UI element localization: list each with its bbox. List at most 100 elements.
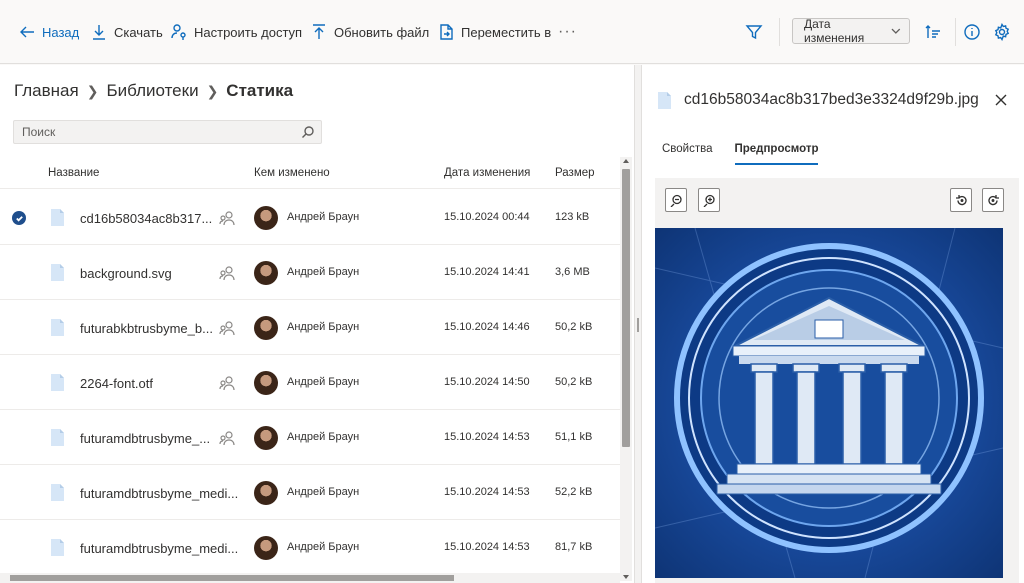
column-header-modified-by[interactable]: Кем изменено	[254, 167, 330, 179]
modified-date: 15.10.2024 14:46	[444, 321, 530, 333]
table-row[interactable]: futuramdbtrusbyme_... Андрей Браун 15.10…	[0, 410, 620, 465]
search-placeholder: Поиск	[22, 125, 56, 139]
file-size: 52,2 kB	[555, 486, 593, 498]
download-label: Скачать	[114, 24, 163, 40]
column-header-size[interactable]: Размер	[555, 167, 595, 179]
file-size: 50,2 kB	[555, 376, 593, 388]
avatar	[254, 481, 278, 505]
modified-date: 15.10.2024 14:53	[444, 431, 530, 443]
share-access-label: Настроить доступ	[194, 24, 303, 40]
column-header-modified[interactable]: Дата изменения	[444, 167, 530, 179]
zoom-out-icon	[670, 194, 682, 207]
modified-by: Андрей Браун	[287, 431, 360, 443]
vertical-scrollbar[interactable]	[620, 157, 632, 581]
arrow-left-icon	[20, 26, 34, 38]
modified-by: Андрей Браун	[287, 486, 360, 498]
download-button[interactable]: Скачать	[90, 18, 163, 46]
table-row[interactable]: background.svg Андрей Браун 15.10.2024 1…	[0, 245, 620, 300]
table-row[interactable]: futuramdbtrusbyme_medi... Андрей Браун 1…	[0, 465, 620, 520]
modified-by: Андрей Браун	[287, 376, 360, 388]
scrollbar-thumb[interactable]	[10, 575, 454, 581]
table-row[interactable]: futuramdbtrusbyme_medi... Андрей Браун 1…	[0, 520, 620, 575]
details-header: cd16b58034ac8b317bed3e3324d9f29b.jpg	[658, 91, 979, 109]
selected-check-icon[interactable]	[12, 211, 26, 225]
file-icon	[51, 209, 64, 226]
zoom-in-button[interactable]	[698, 188, 720, 212]
scrollbar-thumb[interactable]	[622, 169, 630, 447]
more-actions-button[interactable]: ···	[558, 18, 577, 46]
scroll-down-icon[interactable]	[623, 575, 629, 579]
table-row[interactable]: futurabkbtrusbyme_b... Андрей Браун 15.1…	[0, 300, 620, 355]
breadcrumb-home[interactable]: Главная	[14, 81, 79, 101]
file-icon	[51, 429, 64, 446]
scroll-up-icon[interactable]	[623, 159, 629, 163]
close-icon	[995, 94, 1007, 106]
preview-area	[655, 178, 1019, 583]
download-icon	[93, 25, 105, 40]
search-input[interactable]: Поиск	[13, 120, 322, 144]
update-file-button[interactable]: Обновить файл	[310, 18, 429, 46]
horizontal-scrollbar[interactable]	[0, 573, 620, 583]
file-table-body: cd16b58034ac8b317... Андрей Браун 15.10.…	[0, 190, 620, 575]
back-label: Назад	[42, 24, 80, 40]
command-bar: Назад Скачать Настроить доступ Обновить …	[0, 0, 1024, 64]
chevron-down-icon	[891, 28, 901, 34]
file-icon	[658, 91, 671, 109]
sort-order-button[interactable]	[921, 20, 945, 44]
shared-icon[interactable]	[219, 375, 235, 391]
rotate-right-button[interactable]	[982, 188, 1004, 212]
modified-by: Андрей Браун	[287, 211, 360, 223]
column-header-name[interactable]: Название	[48, 167, 99, 179]
shared-icon[interactable]	[219, 430, 235, 446]
info-icon	[964, 24, 980, 40]
close-details-button[interactable]	[994, 93, 1008, 107]
rotate-left-button[interactable]	[950, 188, 972, 212]
modified-by: Андрей Браун	[287, 321, 360, 333]
tab-preview[interactable]: Предпросмотр	[734, 143, 819, 165]
table-header: Название Кем изменено Дата изменения Раз…	[0, 157, 620, 189]
shared-icon[interactable]	[219, 210, 235, 226]
modified-date: 15.10.2024 00:44	[444, 211, 530, 223]
shared-icon[interactable]	[219, 320, 235, 336]
pane-splitter[interactable]	[634, 65, 642, 583]
move-to-button[interactable]: Переместить в	[437, 18, 551, 46]
file-name[interactable]: 2264-font.otf	[80, 376, 212, 391]
file-name[interactable]: cd16b58034ac8b317...	[80, 211, 212, 226]
tab-properties[interactable]: Свойства	[662, 143, 713, 165]
move-to-label: Переместить в	[461, 24, 552, 40]
avatar	[254, 206, 278, 230]
info-button[interactable]	[960, 20, 984, 44]
avatar	[254, 316, 278, 340]
breadcrumb-libraries[interactable]: Библиотеки	[106, 81, 198, 101]
table-row[interactable]: cd16b58034ac8b317... Андрей Браун 15.10.…	[0, 190, 620, 245]
back-button[interactable]: Назад	[18, 18, 79, 46]
chevron-right-icon: ❯	[86, 82, 99, 99]
settings-button[interactable]	[990, 20, 1014, 44]
shared-icon[interactable]	[219, 265, 235, 281]
avatar	[254, 536, 278, 560]
breadcrumb-current: Статика	[226, 81, 294, 100]
file-name[interactable]: futuramdbtrusbyme_medi...	[80, 541, 240, 556]
modified-date: 15.10.2024 14:50	[444, 376, 530, 388]
file-name[interactable]: futuramdbtrusbyme_...	[80, 431, 212, 446]
file-size: 50,2 kB	[555, 321, 593, 333]
avatar	[254, 261, 278, 285]
search-icon[interactable]	[301, 125, 315, 139]
move-document-icon	[440, 24, 453, 40]
rotate-left-icon	[955, 194, 967, 205]
arrow-up-icon	[313, 24, 325, 39]
file-name[interactable]: futurabkbtrusbyme_b...	[80, 321, 212, 336]
avatar	[254, 426, 278, 450]
file-name[interactable]: futuramdbtrusbyme_medi...	[80, 486, 240, 501]
splitter-grip-icon[interactable]	[637, 318, 639, 332]
toolbar-divider	[955, 18, 956, 46]
zoom-out-button[interactable]	[665, 188, 687, 212]
file-name[interactable]: background.svg	[80, 266, 212, 281]
filter-button[interactable]	[742, 20, 766, 44]
file-size: 3,6 MB	[555, 266, 590, 278]
table-row[interactable]: 2264-font.otf Андрей Браун 15.10.2024 14…	[0, 355, 620, 410]
sort-dropdown[interactable]: Дата изменения	[792, 17, 910, 45]
chevron-right-icon: ❯	[206, 82, 219, 99]
share-access-button[interactable]: Настроить доступ	[170, 18, 302, 46]
sort-dropdown-label: Дата изменения	[804, 17, 865, 45]
